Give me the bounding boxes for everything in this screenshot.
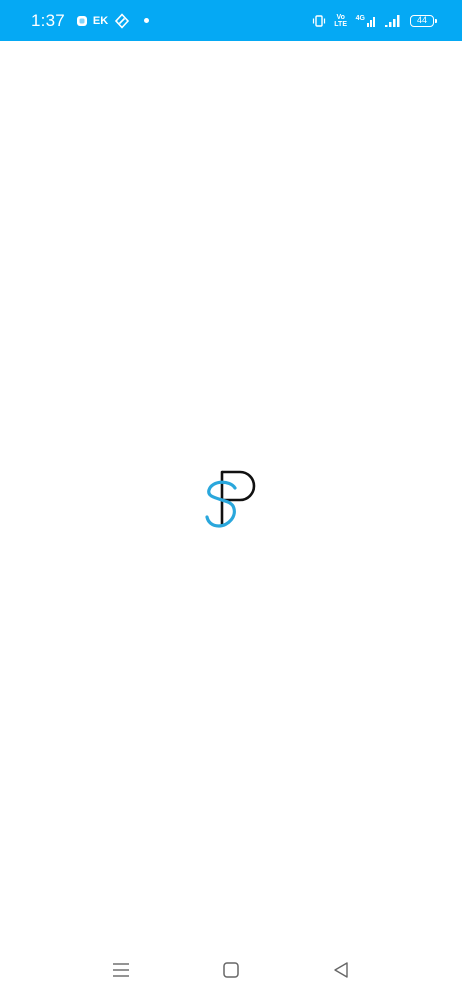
back-button[interactable] bbox=[323, 954, 359, 990]
menu-icon bbox=[112, 962, 130, 983]
vpn-shield-icon bbox=[114, 12, 130, 29]
status-bar-right: Vo LTE 4G 44 bbox=[304, 0, 437, 41]
menu-button[interactable] bbox=[103, 954, 139, 990]
logo-letter-p bbox=[220, 470, 256, 526]
battery-level: 44 bbox=[416, 15, 427, 25]
status-bar: 1:37 EK Vo LTE 4G 44 bbox=[0, 0, 462, 41]
status-bar-left: 1:37 EK bbox=[31, 0, 150, 41]
back-icon bbox=[332, 961, 350, 984]
status-time: 1:37 bbox=[31, 10, 65, 30]
splash-screen: 1:37 EK Vo LTE 4G 44 bbox=[0, 0, 462, 1000]
home-button[interactable] bbox=[213, 954, 249, 990]
app-logo bbox=[200, 468, 262, 532]
vibrate-icon bbox=[312, 14, 326, 28]
system-nav-bar bbox=[0, 944, 462, 1000]
notification-app-icon bbox=[75, 14, 89, 28]
home-icon bbox=[222, 961, 240, 984]
status-carrier: EK bbox=[92, 14, 109, 27]
volte-label: Vo LTE bbox=[334, 13, 347, 28]
volte-icon: Vo LTE bbox=[334, 14, 348, 28]
battery-icon: 44 bbox=[410, 14, 437, 27]
notification-dot bbox=[144, 18, 150, 23]
mobile-data-icon: 4G bbox=[356, 14, 376, 28]
signal-strength-icon bbox=[384, 14, 402, 28]
network-type-label: 4G bbox=[355, 14, 365, 22]
